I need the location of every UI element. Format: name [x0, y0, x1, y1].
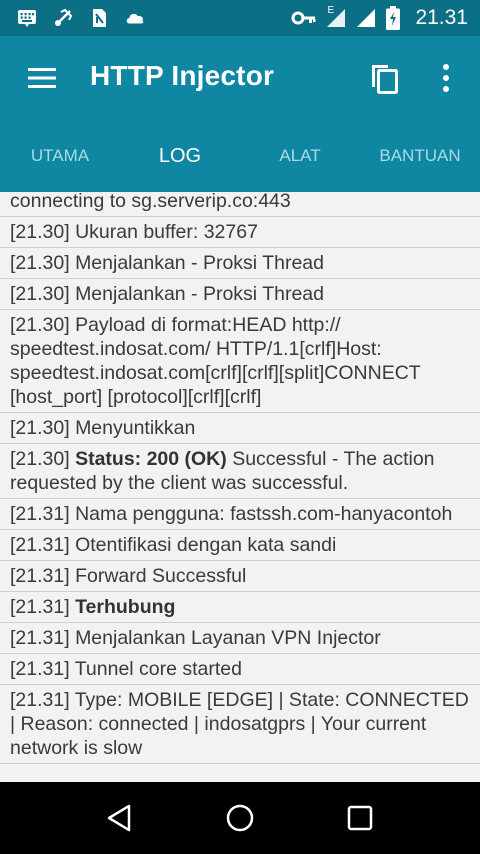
log-timestamp: [21.30]	[10, 448, 70, 470]
bluetooth-share-icon	[52, 7, 74, 29]
copy-log-button[interactable]	[366, 60, 402, 96]
log-entry: [21.31] Menjalankan Layanan VPN Injector	[0, 623, 480, 654]
log-entry: [21.31] Nama pengguna: fastssh.com-hanya…	[0, 499, 480, 530]
log-timestamp: [21.30]	[10, 314, 70, 336]
hamburger-menu-icon	[28, 68, 56, 88]
log-message: Tunnel core started	[74, 658, 243, 680]
log-timestamp: [21.31]	[10, 658, 70, 680]
log-timestamp: [21.31]	[10, 596, 70, 618]
tab-log[interactable]: LOG	[120, 120, 240, 192]
log-message: Nama pengguna: fastssh.com-hanyacontoh	[75, 503, 453, 525]
log-timestamp: [21.31]	[10, 534, 70, 556]
tab-bar: UTAMA LOG ALAT BANTUAN	[0, 120, 480, 192]
keyboard-icon	[16, 7, 38, 29]
vpn-key-icon	[291, 7, 317, 29]
battery-charging-icon	[385, 6, 401, 30]
recents-icon	[347, 805, 373, 831]
log-list-inner: connecting to sg.serverip.co:443 [21.30] …	[0, 192, 480, 764]
log-message: Menjalankan - Proksi Thread	[75, 252, 324, 274]
log-message: Ukuran buffer: 32767	[75, 221, 258, 243]
log-entry: [21.31] Tunnel core started	[0, 654, 480, 685]
log-message: Menjalankan - Proksi Thread	[75, 283, 324, 305]
log-entry: [21.30] Ukuran buffer: 32767	[0, 217, 480, 248]
log-entry: [21.31] Type: MOBILE [EDGE] | State: CON…	[0, 685, 480, 764]
log-entry: [21.31] Forward Successful	[0, 561, 480, 592]
log-timestamp: [21.30]	[10, 252, 70, 274]
copy-icon	[372, 65, 398, 94]
tab-utama[interactable]: UTAMA	[0, 120, 120, 192]
status-time: 21.31	[415, 6, 468, 29]
home-button[interactable]	[220, 798, 260, 838]
navigation-bar	[0, 782, 480, 854]
log-timestamp: [21.31]	[10, 565, 70, 587]
log-message: connecting to sg.serverip.co:443	[10, 192, 291, 212]
log-timestamp: [21.31]	[10, 627, 70, 649]
log-status-bold: Terhubung	[75, 596, 176, 618]
overflow-menu-button[interactable]	[434, 62, 458, 94]
menu-button[interactable]	[26, 62, 58, 94]
log-message: Menyuntikkan	[75, 417, 196, 439]
log-message: Forward Successful	[75, 565, 247, 587]
app-title: HTTP Injector	[90, 60, 275, 91]
tab-bantuan[interactable]: BANTUAN	[360, 120, 480, 192]
status-bar-system: E 21.31	[291, 5, 468, 30]
tab-alat[interactable]: ALAT	[240, 120, 360, 192]
log-timestamp: [21.30]	[10, 221, 70, 243]
log-entry: connecting to sg.serverip.co:443	[0, 192, 480, 217]
app-bar: HTTP Injector	[0, 36, 480, 120]
log-entry: [21.30] Payload di format:HEAD http:// s…	[0, 310, 480, 413]
back-button[interactable]	[100, 798, 140, 838]
status-bar: E 21.31	[0, 0, 480, 36]
sim-icon	[88, 7, 110, 29]
more-vert-icon	[443, 64, 449, 92]
log-entry: [21.31] Otentifikasi dengan kata sandi	[0, 530, 480, 561]
cloud-icon	[124, 7, 146, 29]
log-entry: [21.30] Menyuntikkan	[0, 413, 480, 444]
log-timestamp: [21.30]	[10, 283, 70, 305]
log-entry: [21.30] Menjalankan - Proksi Thread	[0, 279, 480, 310]
recents-button[interactable]	[340, 798, 380, 838]
log-entry: [21.30] Status: 200 (OK) Successful - Th…	[0, 444, 480, 499]
log-entry: [21.31] Terhubung	[0, 592, 480, 623]
signal-e-icon: E	[325, 5, 347, 29]
log-message: Otentifikasi dengan kata sandi	[75, 534, 337, 556]
back-icon	[107, 804, 131, 832]
log-entry: [21.30] Menjalankan - Proksi Thread	[0, 248, 480, 279]
signal-icon	[355, 7, 377, 29]
log-message: Payload di format:HEAD http:// speedtest…	[10, 314, 421, 408]
log-timestamp: [21.31]	[10, 689, 70, 711]
log-timestamp: [21.31]	[10, 503, 70, 525]
network-type-label: E	[327, 5, 335, 16]
log-message: Menjalankan Layanan VPN Injector	[75, 627, 381, 649]
log-message: Type: MOBILE [EDGE] | State: CONNECTED |…	[10, 689, 469, 759]
log-timestamp: [21.30]	[10, 417, 70, 439]
log-list[interactable]: connecting to sg.serverip.co:443 [21.30] …	[0, 192, 480, 782]
home-icon	[226, 804, 254, 832]
status-bar-notifications	[16, 7, 146, 29]
log-status-bold: Status: 200 (OK)	[75, 448, 227, 470]
